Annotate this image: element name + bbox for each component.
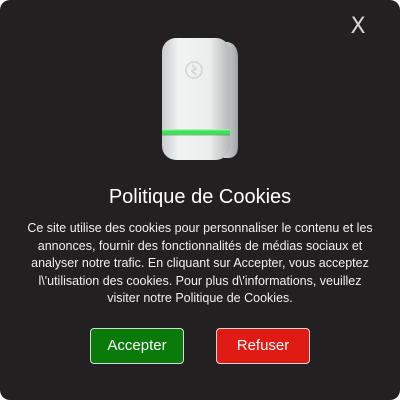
accept-button[interactable]: Accepter: [90, 328, 184, 364]
cookie-consent-dialog: X Politique de Cookies Ce site utilise d…: [0, 0, 400, 400]
product-device-image: [162, 38, 238, 160]
close-button[interactable]: X: [348, 16, 368, 38]
refuse-button[interactable]: Refuser: [216, 328, 310, 364]
dialog-title: Politique de Cookies: [108, 186, 292, 208]
dialog-message: Ce site utilise des cookies pour personn…: [27, 221, 373, 305]
